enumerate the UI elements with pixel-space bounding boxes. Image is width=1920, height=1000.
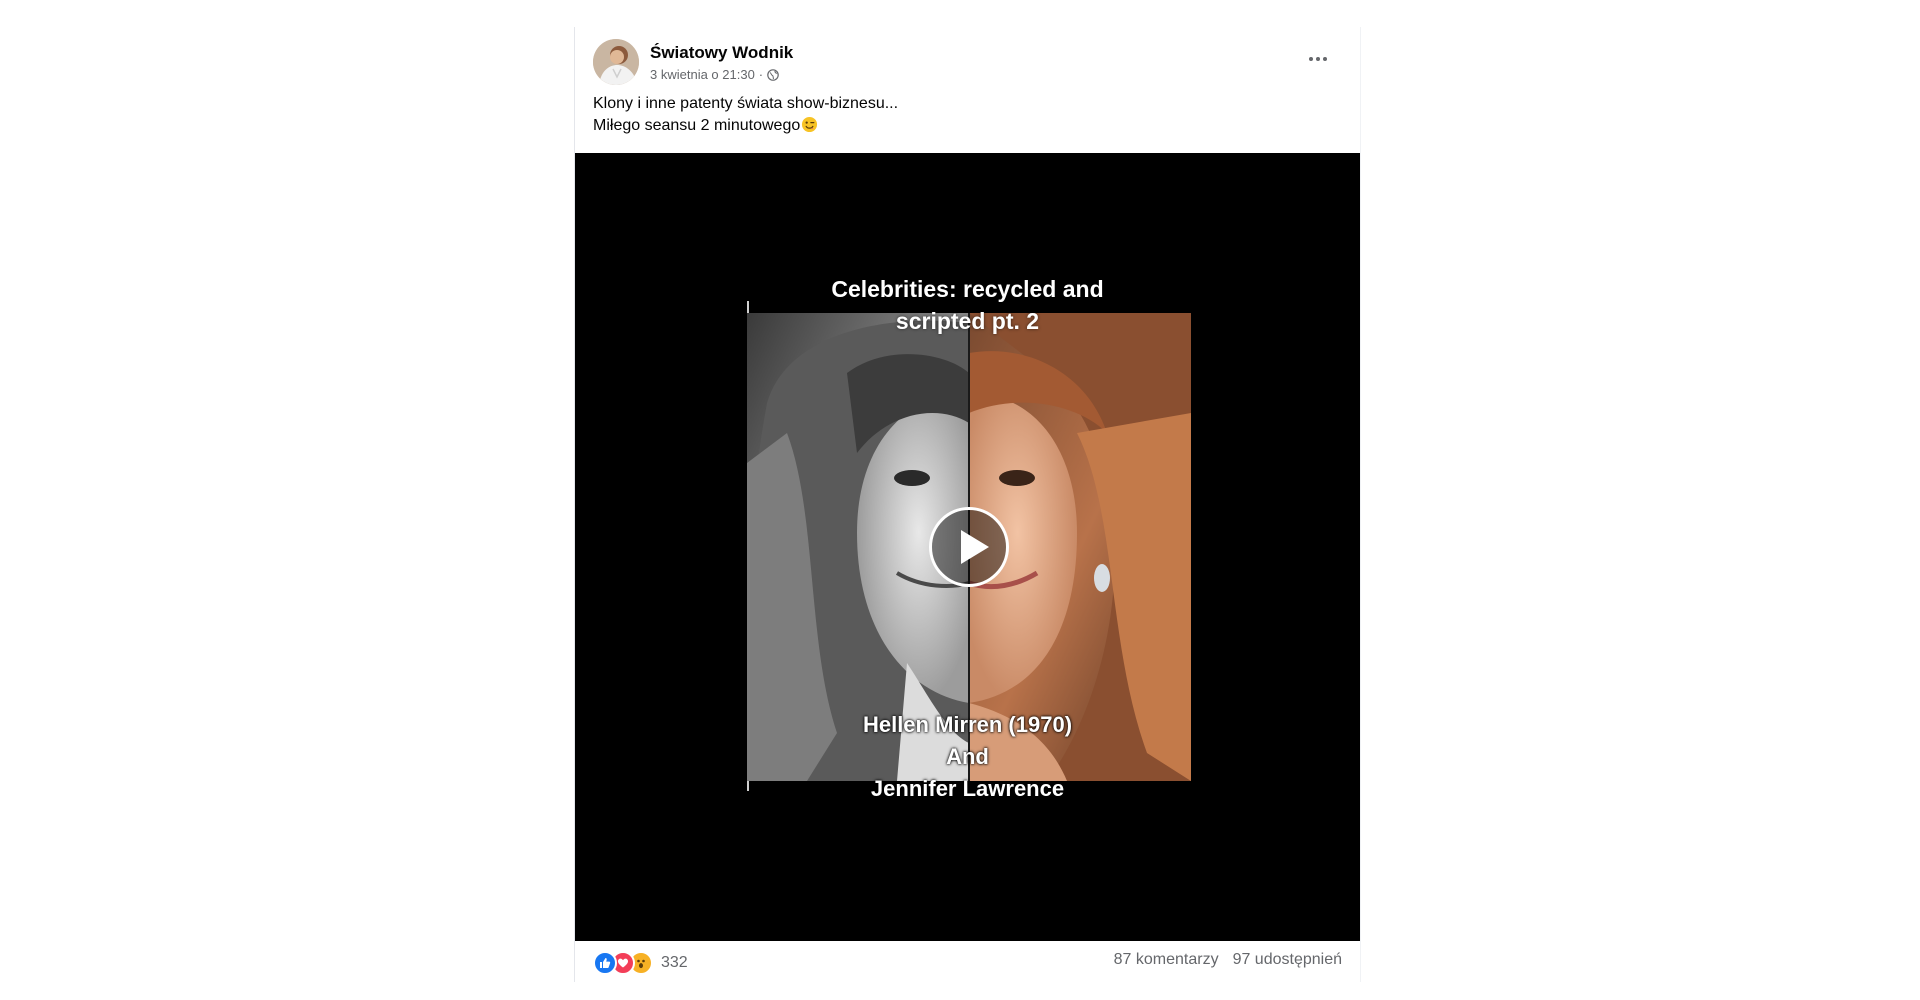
post-header: Światowy Wodnik 3 kwietnia o 21:30 · (593, 39, 1342, 87)
video-caption-line: Hellen Mirren (1970) (862, 712, 1073, 737)
more-options-icon (1309, 57, 1313, 61)
wink-emoji-icon (802, 116, 818, 133)
reactions-summary[interactable]: 332 (593, 951, 688, 975)
video-title-line: Celebrities: recycled and (831, 276, 1104, 302)
facebook-post: Światowy Wodnik 3 kwietnia o 21:30 · Klo… (574, 27, 1361, 982)
author-avatar[interactable] (593, 39, 639, 85)
shares-count-link[interactable]: 97 udostępnień (1233, 951, 1342, 969)
video-player[interactable]: Celebrities: recycled and scripted pt. 2… (575, 153, 1360, 941)
post-timestamp[interactable]: 3 kwietnia o 21:30 (650, 67, 755, 82)
engagement-stats: 87 komentarzy 97 udostępnień (1114, 951, 1342, 969)
video-title-line: scripted pt. 2 (895, 308, 1040, 334)
video-caption-overlay: Hellen Mirren (1970) And Jennifer Lawren… (575, 709, 1360, 805)
post-footer: 332 87 komentarzy 97 udostępnień (593, 949, 1342, 975)
meta-separator: · (758, 67, 764, 82)
play-button[interactable] (929, 507, 1009, 587)
play-icon (961, 530, 989, 564)
comments-count-link[interactable]: 87 komentarzy (1114, 951, 1219, 969)
post-text-line-with-emoji: Miłego seansu 2 minutowego (593, 115, 1342, 137)
video-title-overlay: Celebrities: recycled and scripted pt. 2 (575, 273, 1360, 337)
like-reaction-icon (593, 951, 617, 975)
post-meta: 3 kwietnia o 21:30 · (650, 67, 779, 82)
author-name[interactable]: Światowy Wodnik (650, 43, 793, 63)
video-caption-line: Jennifer Lawrence (870, 776, 1065, 801)
more-options-icon-dot (1323, 57, 1327, 61)
more-options-button[interactable] (1300, 47, 1336, 71)
more-options-icon-dot (1316, 57, 1320, 61)
reaction-count: 332 (661, 954, 688, 971)
post-text-line: Miłego seansu 2 minutowego (593, 117, 801, 134)
post-text: Klony i inne patenty świata show-biznesu… (593, 93, 1342, 137)
video-caption-line: And (946, 744, 989, 769)
post-text-line: Klony i inne patenty świata show-biznesu… (593, 95, 899, 112)
globe-icon (767, 68, 779, 81)
